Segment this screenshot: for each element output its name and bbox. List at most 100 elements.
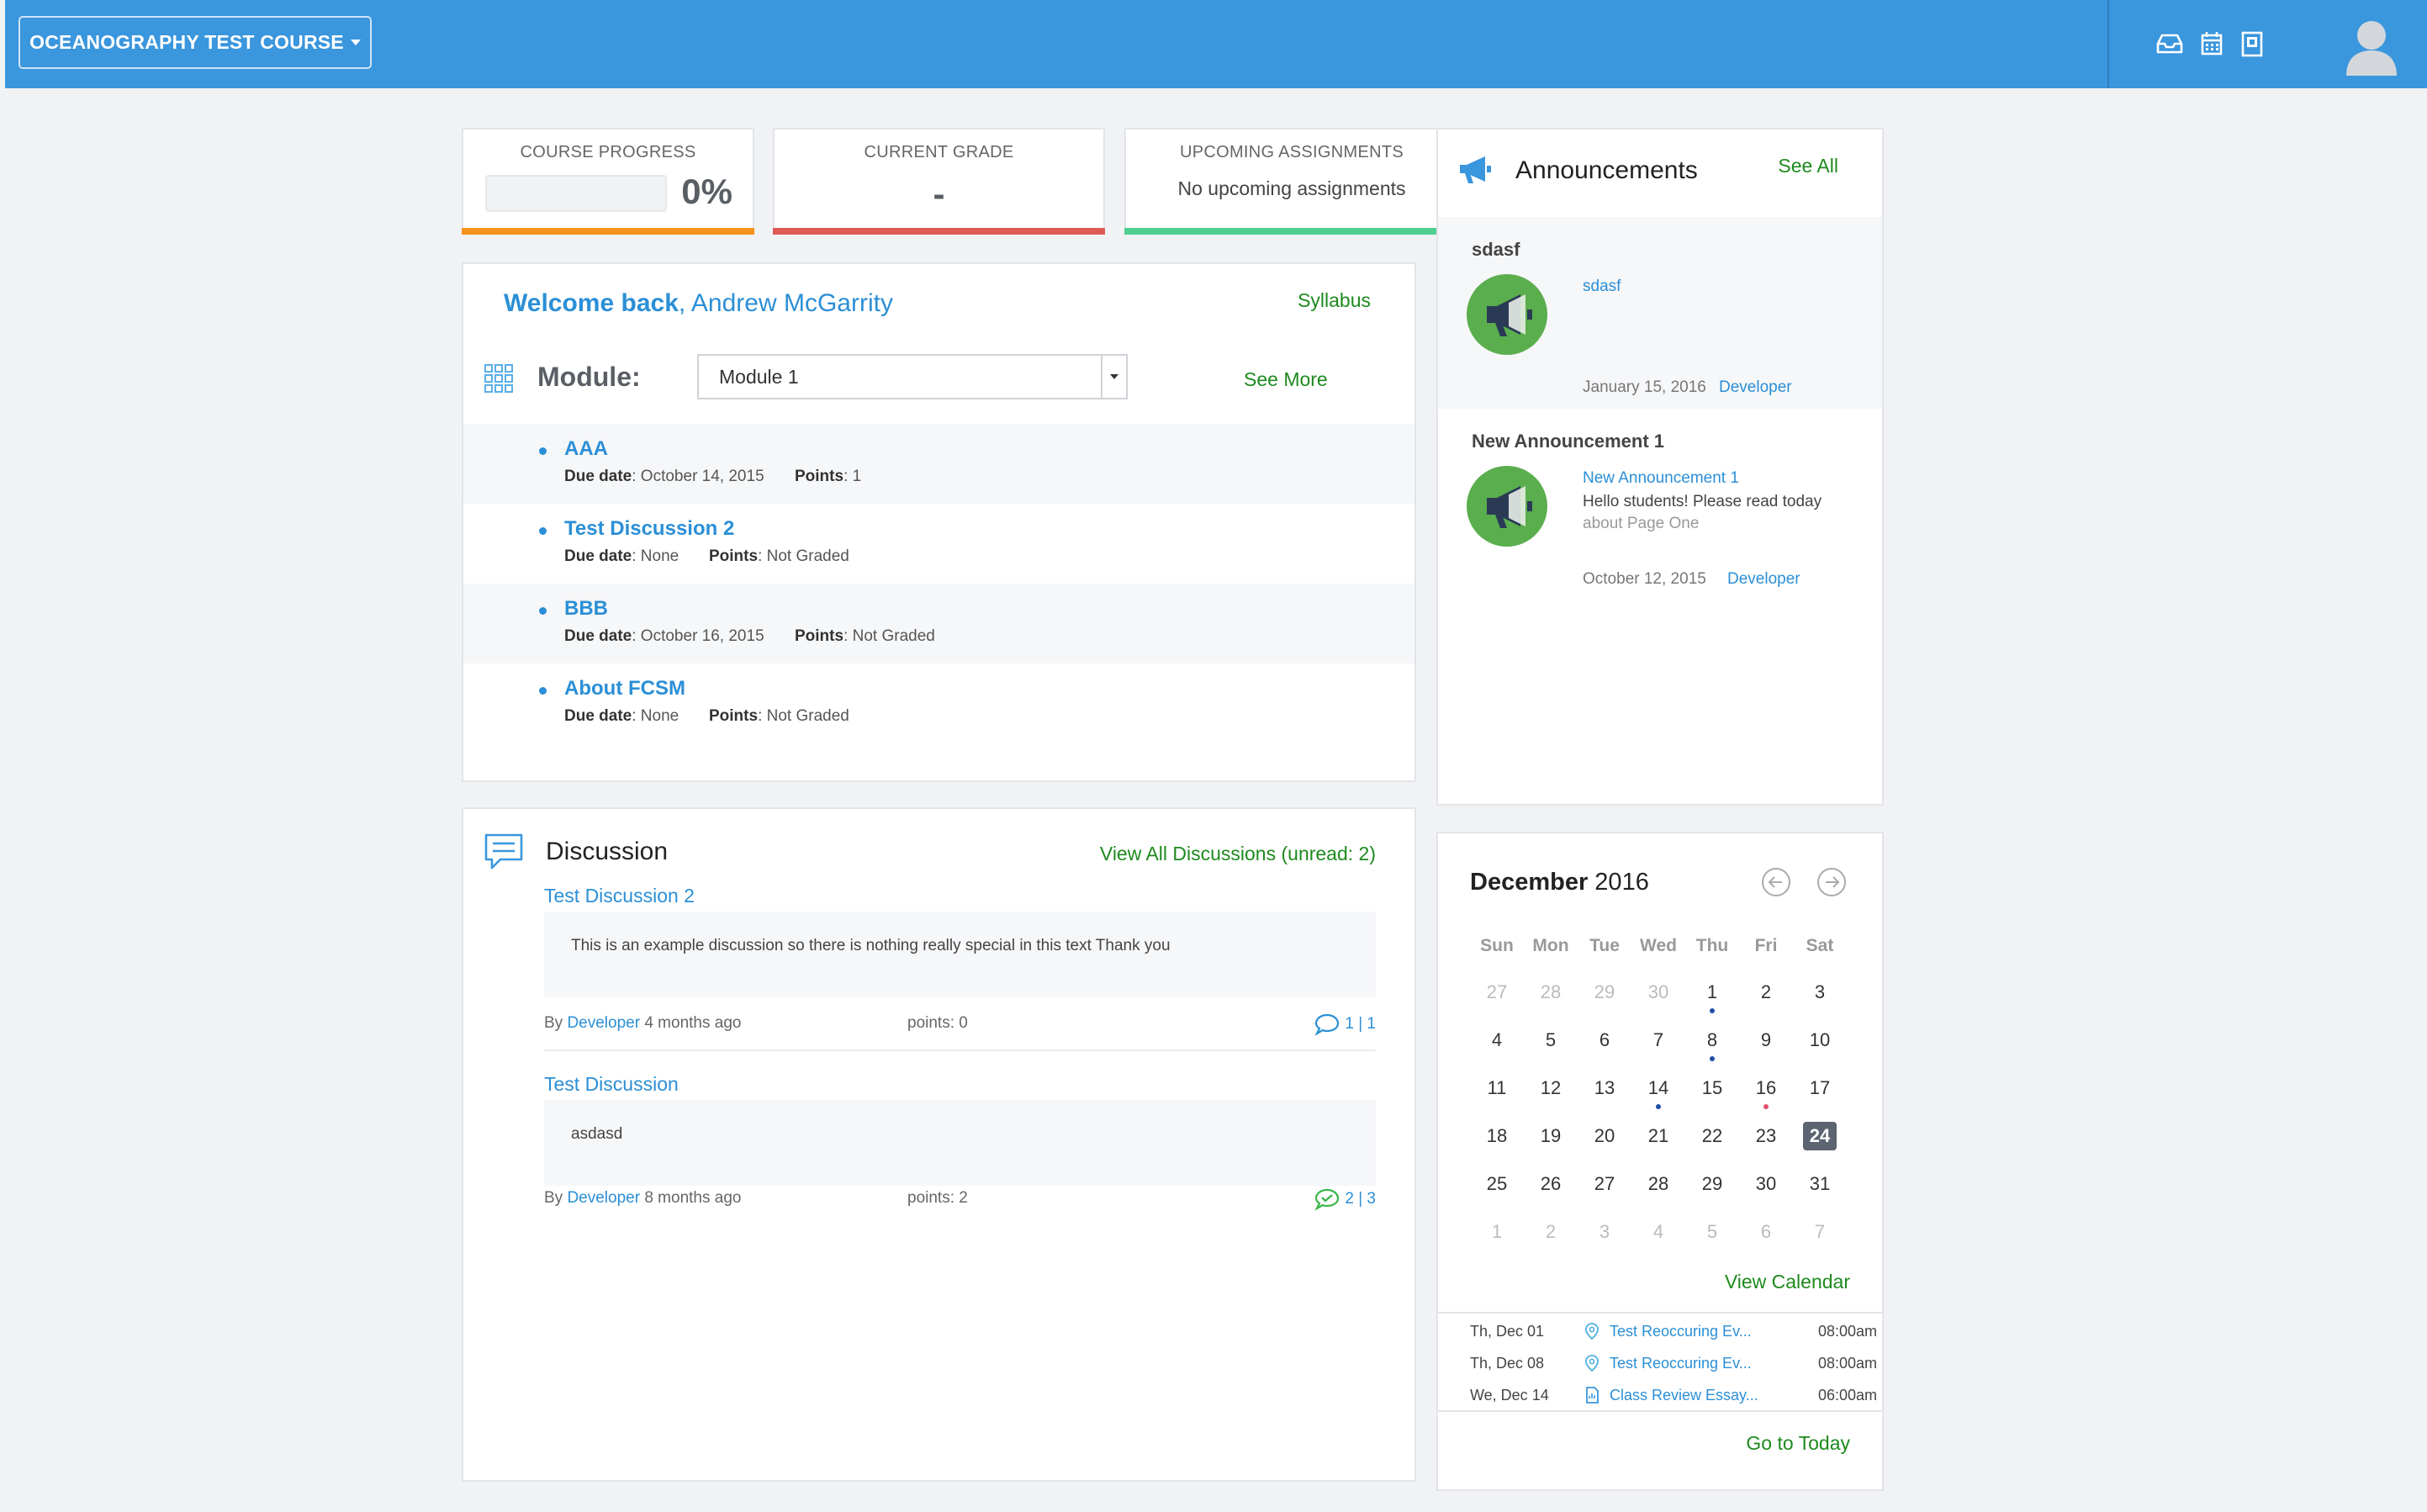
module-grid-icon <box>484 364 513 393</box>
calendar-day[interactable]: 6 <box>1749 1218 1783 1246</box>
calendar-day[interactable]: 3 <box>1803 978 1837 1007</box>
calendar-day[interactable]: 27 <box>1588 1170 1621 1198</box>
calendar-day[interactable]: 28 <box>1642 1170 1675 1198</box>
calendar-event[interactable]: Th, Dec 08 Test Reoccuring Ev... 08:00am <box>1470 1355 1877 1380</box>
calendar-day[interactable]: 15 <box>1695 1074 1729 1102</box>
calendar-day[interactable]: 12 <box>1534 1074 1568 1102</box>
calendar-day[interactable]: 16 <box>1749 1074 1783 1102</box>
location-pin-icon <box>1585 1323 1599 1340</box>
announcement-author-link[interactable]: Developer <box>1719 378 1792 397</box>
calendar-day[interactable]: 21 <box>1642 1122 1675 1150</box>
calendar-day[interactable]: 3 <box>1588 1218 1621 1246</box>
calendar-prev-icon[interactable] <box>1761 867 1791 897</box>
discussion-item-byline: By Developer 8 months ago <box>544 1189 742 1207</box>
calendar-day[interactable]: 26 <box>1534 1170 1568 1198</box>
calendar-day[interactable]: 13 <box>1588 1074 1621 1102</box>
module-item-title[interactable]: BBB <box>564 597 608 621</box>
calendar-day[interactable]: 17 <box>1803 1074 1837 1102</box>
calendar-day[interactable]: 1 <box>1480 1218 1514 1246</box>
inbox-icon[interactable] <box>2155 30 2185 57</box>
calendar-day-today[interactable]: 24 <box>1803 1122 1837 1150</box>
discussion-item-reply-count[interactable]: 1 | 1 <box>1314 1012 1376 1036</box>
discussion-title: Discussion <box>546 838 669 865</box>
calendar-day[interactable]: 8 <box>1695 1026 1729 1055</box>
see-more-link[interactable]: See More <box>1244 368 1328 391</box>
announcement-name: New Announcement 1 <box>1472 431 1664 452</box>
event-time: 08:00am <box>1818 1323 1878 1340</box>
discussion-item-title[interactable]: Test Discussion <box>544 1073 679 1096</box>
discussion-item-reply-count[interactable]: 2 | 3 <box>1314 1187 1376 1211</box>
grades-icon[interactable] <box>2237 30 2267 57</box>
current-grade-label: CURRENT GRADE <box>864 143 1014 161</box>
calendar-day[interactable]: 19 <box>1534 1122 1568 1150</box>
calendar-weekday: Tue <box>1589 936 1620 955</box>
event-day: We, Dec 14 <box>1470 1387 1549 1404</box>
calendar-day[interactable]: 5 <box>1534 1026 1568 1055</box>
discussion-author-link[interactable]: Developer <box>567 1189 640 1207</box>
calendar-next-icon[interactable] <box>1816 867 1847 897</box>
module-select[interactable]: Module 1 <box>697 354 1128 399</box>
upcoming-assignments-value: No upcoming assignments <box>1177 177 1406 199</box>
calendar-day[interactable]: 30 <box>1642 978 1675 1007</box>
calendar-day[interactable]: 14 <box>1642 1074 1675 1102</box>
document-icon <box>1586 1387 1599 1404</box>
calendar-day[interactable]: 9 <box>1749 1026 1783 1055</box>
event-name[interactable]: Test Reoccuring Ev... <box>1610 1323 1766 1340</box>
announcement-link[interactable]: New Announcement 1 <box>1583 469 1739 488</box>
calendar-day[interactable]: 28 <box>1534 978 1568 1007</box>
calendar-day[interactable]: 22 <box>1695 1122 1729 1150</box>
view-calendar-link[interactable]: View Calendar <box>1725 1271 1850 1293</box>
calendar-day[interactable]: 6 <box>1588 1026 1621 1055</box>
discussion-item-body: asdasd <box>544 1100 1376 1186</box>
course-progress-value: 0% <box>681 172 732 211</box>
calendar-icon[interactable] <box>2197 30 2227 57</box>
module-item-due: Due date: None <box>564 707 679 725</box>
calendar-day[interactable]: 4 <box>1642 1218 1675 1246</box>
course-selector-button[interactable]: OCEANOGRAPHY TEST COURSE <box>19 16 372 69</box>
calendar-event[interactable]: We, Dec 14 Class Review Essay... 06:00am <box>1470 1387 1877 1412</box>
calendar-day[interactable]: 4 <box>1480 1026 1514 1055</box>
announcements-see-all-link[interactable]: See All <box>1778 155 1838 177</box>
course-progress-card: COURSE PROGRESS 0% <box>462 128 754 235</box>
module-label: Module: <box>537 362 641 392</box>
calendar-day[interactable]: 31 <box>1803 1170 1837 1198</box>
announcement-text: Hello students! Please read today about P… <box>1583 493 1822 532</box>
calendar-day[interactable]: 2 <box>1534 1218 1568 1246</box>
calendar-day[interactable]: 18 <box>1480 1122 1514 1150</box>
calendar-day[interactable]: 20 <box>1588 1122 1621 1150</box>
module-item-title[interactable]: AAA <box>564 437 608 461</box>
go-to-today-link[interactable]: Go to Today <box>1746 1432 1850 1455</box>
discussion-item-title[interactable]: Test Discussion 2 <box>544 885 695 907</box>
calendar-day[interactable]: 5 <box>1695 1218 1729 1246</box>
discussion-author-link[interactable]: Developer <box>567 1014 640 1032</box>
module-item-title[interactable]: Test Discussion 2 <box>564 517 734 541</box>
calendar-day[interactable]: 29 <box>1695 1170 1729 1198</box>
event-name[interactable]: Test Reoccuring Ev... <box>1610 1355 1766 1372</box>
module-item-title[interactable]: About FCSM <box>564 677 685 700</box>
calendar-day[interactable]: 30 <box>1749 1170 1783 1198</box>
user-avatar-icon[interactable] <box>2341 15 2402 76</box>
calendar-day[interactable]: 23 <box>1749 1122 1783 1150</box>
view-all-discussions-link[interactable]: View All Discussions (unread: 2) <box>1100 843 1376 865</box>
calendar-day[interactable]: 1 <box>1695 978 1729 1007</box>
calendar-day[interactable]: 11 <box>1480 1074 1514 1102</box>
event-name[interactable]: Class Review Essay... <box>1610 1387 1766 1404</box>
syllabus-link[interactable]: Syllabus <box>1298 289 1371 312</box>
select-arrow-icon[interactable] <box>1101 356 1126 398</box>
welcome-title: Welcome back, Andrew McGarrity <box>504 289 893 318</box>
calendar-day[interactable]: 29 <box>1588 978 1621 1007</box>
discussion-item-points: points: 0 <box>907 1014 968 1032</box>
announcement-link[interactable]: sdasf <box>1583 278 1621 296</box>
calendar-day[interactable]: 27 <box>1480 978 1514 1007</box>
calendar-day[interactable]: 2 <box>1749 978 1783 1007</box>
grade-accent-bar <box>773 228 1105 235</box>
upcoming-assignments-label: UPCOMING ASSIGNMENTS <box>1179 143 1404 161</box>
calendar-day[interactable]: 7 <box>1803 1218 1837 1246</box>
calendar-day[interactable]: 25 <box>1480 1170 1514 1198</box>
calendar-day[interactable]: 7 <box>1642 1026 1675 1055</box>
calendar-event[interactable]: Th, Dec 01 Test Reoccuring Ev... 08:00am <box>1470 1323 1877 1348</box>
discussion-card: Discussion View All Discussions (unread:… <box>462 807 1416 1482</box>
announcement-author-link[interactable]: Developer <box>1727 570 1800 589</box>
calendar-day[interactable]: 10 <box>1803 1026 1837 1055</box>
module-item-due: Due date: None <box>564 547 679 565</box>
